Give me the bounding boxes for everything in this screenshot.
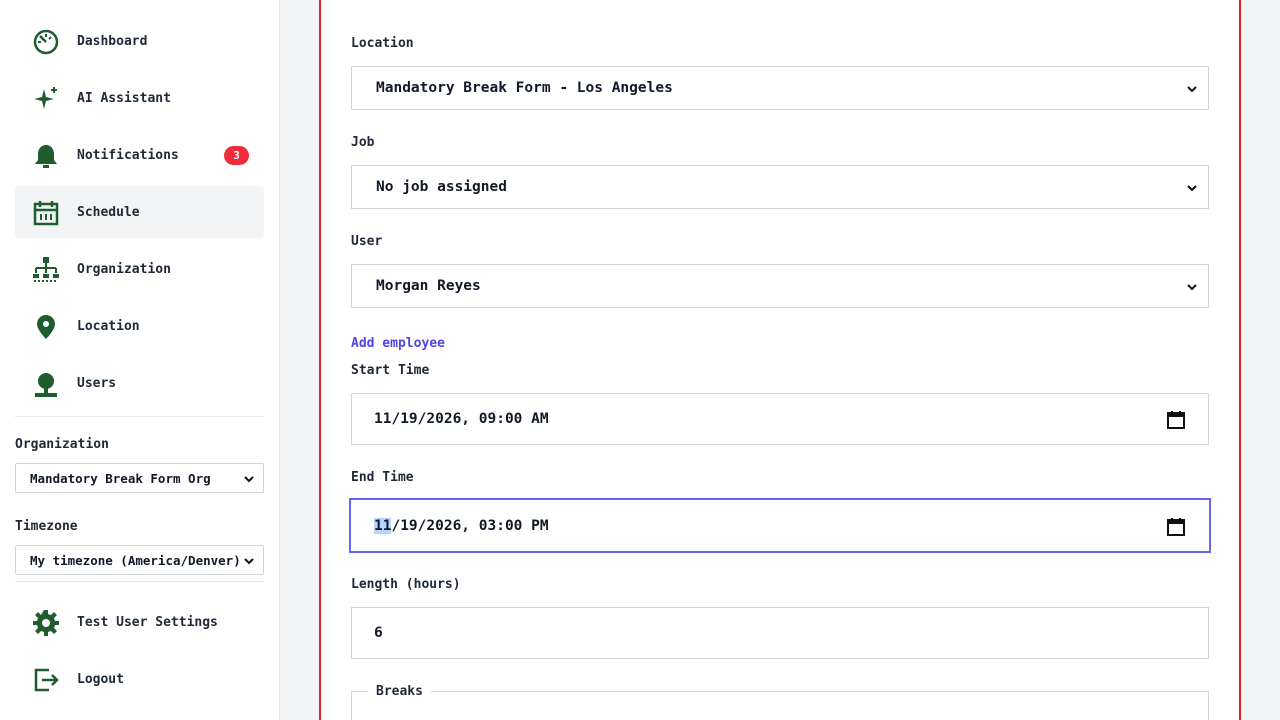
timezone-label: Timezone [15,519,78,534]
calendar-icon [31,198,61,228]
sparkle-icon [31,84,61,114]
location-label: Location [351,36,414,51]
sidebar: Dashboard AI Assistant Notifications 3 S… [0,0,280,720]
breaks-legend: Breaks [368,684,431,699]
organization-select-value: Mandatory Break Form Org [30,470,211,486]
sidebar-divider [15,581,264,582]
location-select[interactable]: Mandatory Break Form - Los Angeles [351,66,1209,110]
end-time-label: End Time [351,470,414,485]
user-select[interactable]: Morgan Reyes [351,264,1209,308]
user-label: User [351,234,383,249]
notification-count-badge: 3 [224,145,249,165]
sidebar-item-notifications[interactable]: Notifications 3 [15,129,264,181]
gear-icon [31,608,61,638]
sidebar-divider [15,416,264,417]
length-label: Length (hours) [351,577,461,592]
chevron-down-icon [1187,185,1197,192]
map-pin-icon [31,312,61,342]
user-icon [31,369,61,399]
timezone-select-value: My timezone (America/Denver) [30,552,241,568]
calendar-picker-icon[interactable] [1166,410,1186,430]
job-label: Job [351,135,375,150]
sidebar-item-ai-assistant[interactable]: AI Assistant [15,72,264,124]
logout-icon [31,665,61,695]
sidebar-item-label: Logout [77,671,124,687]
length-input[interactable]: 6 [351,607,1209,659]
add-employee-link[interactable]: Add employee [351,336,445,351]
sidebar-item-settings[interactable]: Test User Settings [15,596,264,648]
timezone-select[interactable]: My timezone (America/Denver) [15,545,264,575]
job-select[interactable]: No job assigned [351,165,1209,209]
user-select-value: Morgan Reyes [376,278,481,294]
dashboard-icon [31,27,61,57]
sidebar-item-logout[interactable]: Logout [15,653,264,705]
organization-label: Organization [15,437,109,452]
sidebar-item-label: Schedule [77,204,140,220]
breaks-fieldset [351,691,1209,720]
sidebar-item-label: Notifications [77,147,179,163]
end-time-rest: /19/2026, 03:00 PM [391,517,549,534]
sidebar-item-label: Location [77,318,140,334]
location-select-value: Mandatory Break Form - Los Angeles [376,80,673,96]
length-value: 6 [374,625,383,641]
organization-select[interactable]: Mandatory Break Form Org [15,463,264,493]
end-time-value: 11/19/2026, 03:00 PM [374,517,549,534]
end-time-input[interactable]: 11/19/2026, 03:00 PM [349,498,1211,553]
bell-icon [31,141,61,171]
chevron-down-icon [1187,284,1197,291]
chevron-down-icon [244,558,254,565]
start-time-value: 11/19/2026, 09:00 AM [374,411,549,427]
sidebar-item-label: AI Assistant [77,90,171,106]
end-time-month-segment: 11 [374,517,392,534]
sidebar-item-dashboard[interactable]: Dashboard [15,15,264,67]
calendar-picker-icon[interactable] [1166,517,1186,537]
sidebar-item-schedule[interactable]: Schedule [15,186,264,238]
start-time-input[interactable]: 11/19/2026, 09:00 AM [351,393,1209,445]
sidebar-item-label: Organization [77,261,171,277]
job-select-value: No job assigned [376,179,507,195]
chevron-down-icon [244,476,254,483]
sidebar-item-label: Users [77,375,117,391]
sidebar-item-label: Test User Settings [77,614,218,630]
start-time-label: Start Time [351,363,430,378]
sidebar-item-organization[interactable]: Organization [15,243,264,295]
sidebar-item-label: Dashboard [77,33,148,49]
sidebar-item-users[interactable]: Users [15,357,264,409]
chevron-down-icon [1187,86,1197,93]
org-chart-icon [31,255,61,285]
sidebar-item-location[interactable]: Location [15,300,264,352]
